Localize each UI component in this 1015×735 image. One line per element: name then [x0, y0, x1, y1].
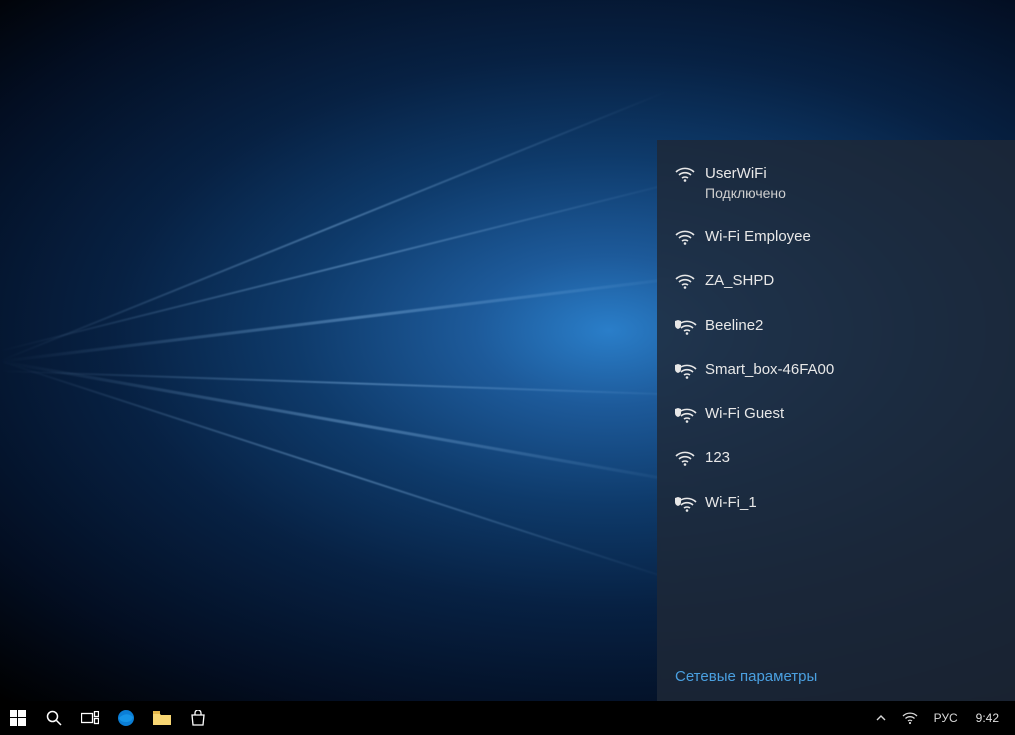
tray-wifi-icon[interactable]	[894, 701, 926, 735]
wifi-network-item[interactable]: Beeline2	[657, 304, 1015, 348]
taskbar: РУС 9:42	[0, 701, 1015, 735]
wifi-secured-icon	[675, 495, 705, 513]
wifi-network-name: Wi-Fi Employee	[705, 227, 997, 247]
wifi-secured-icon	[675, 362, 705, 380]
search-button[interactable]	[36, 701, 72, 735]
task-view-button[interactable]	[72, 701, 108, 735]
tray-overflow-button[interactable]	[868, 701, 894, 735]
wifi-network-item[interactable]: UserWiFi Подключено	[657, 152, 1015, 215]
wifi-secured-icon	[675, 318, 705, 336]
tray-clock[interactable]: 9:42	[966, 701, 1009, 735]
tray-language[interactable]: РУС	[926, 701, 966, 735]
network-settings-link[interactable]: Сетевые параметры	[657, 654, 1015, 701]
wifi-network-item[interactable]: Smart_box-46FA00	[657, 348, 1015, 392]
wifi-network-name: Smart_box-46FA00	[705, 360, 997, 380]
wifi-signal-icon	[675, 273, 705, 289]
wifi-signal-icon	[675, 229, 705, 245]
wifi-network-name: ZA_SHPD	[705, 271, 997, 291]
wifi-network-item[interactable]: Wi-Fi Guest	[657, 392, 1015, 436]
wifi-network-list: UserWiFi Подключено Wi-Fi Employee ZA_SH…	[657, 140, 1015, 654]
wifi-network-item[interactable]: ZA_SHPD	[657, 259, 1015, 303]
file-explorer-button[interactable]	[144, 701, 180, 735]
wifi-network-name: Wi-Fi_1	[705, 493, 997, 513]
wifi-signal-icon	[675, 450, 705, 466]
wifi-network-name: Beeline2	[705, 316, 997, 336]
wifi-signal-icon	[675, 166, 705, 182]
wifi-network-name: Wi-Fi Guest	[705, 404, 997, 424]
wifi-panel: UserWiFi Подключено Wi-Fi Employee ZA_SH…	[657, 140, 1015, 701]
wifi-network-name: 123	[705, 448, 997, 468]
wifi-network-name: UserWiFi	[705, 164, 997, 184]
start-button[interactable]	[0, 701, 36, 735]
wifi-network-item[interactable]: 123	[657, 436, 1015, 480]
wifi-secured-icon	[675, 406, 705, 424]
edge-browser-button[interactable]	[108, 701, 144, 735]
store-button[interactable]	[180, 701, 216, 735]
wifi-network-item[interactable]: Wi-Fi Employee	[657, 215, 1015, 259]
wifi-network-item[interactable]: Wi-Fi_1	[657, 481, 1015, 525]
wifi-network-status: Подключено	[705, 184, 997, 203]
